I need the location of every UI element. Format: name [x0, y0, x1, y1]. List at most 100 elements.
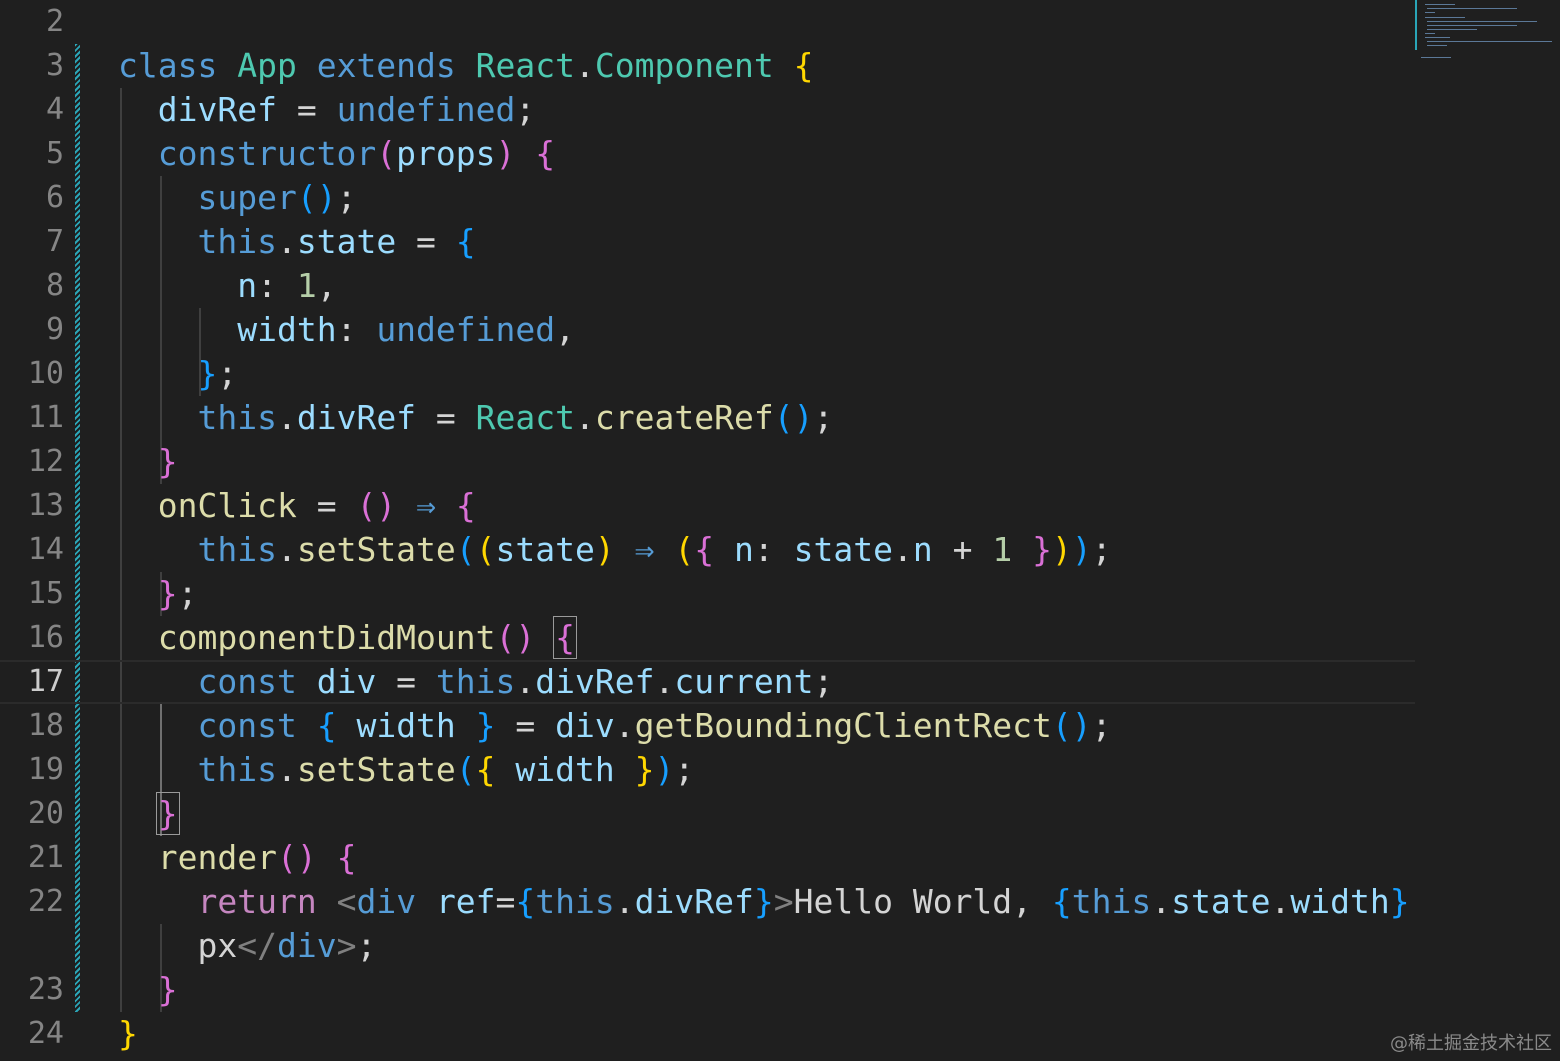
code-token: const [197, 706, 297, 745]
code-text[interactable]: px</div>; [118, 924, 376, 968]
code-token: = [495, 882, 516, 921]
code-text[interactable]: width: undefined, [118, 308, 575, 352]
code-token: { [694, 530, 715, 569]
code-token: class [118, 46, 218, 85]
code-token: React [475, 398, 576, 437]
code-token: } [634, 750, 655, 789]
code-text[interactable]: } [118, 792, 180, 836]
code-token: super [197, 178, 297, 217]
code-line[interactable]: 15 }; [0, 572, 1415, 616]
code-line[interactable]: 20 } [0, 792, 1415, 836]
code-line[interactable]: 18 const { width } = div.getBoundingClie… [0, 704, 1415, 748]
bracket-match-highlight: { [553, 616, 578, 659]
code-text[interactable]: componentDidMount() { [118, 616, 578, 660]
code-line[interactable]: 8 n: 1, [0, 264, 1415, 308]
minimap[interactable] [1415, 0, 1560, 70]
code-line[interactable]: 22 return <div ref={this.divRef}>Hello W… [0, 880, 1415, 924]
code-editor[interactable]: 2 3 class App extends React.Component {4 d… [0, 0, 1560, 1061]
code-token: . [1151, 882, 1172, 921]
code-text[interactable]: this.setState({ width }); [118, 748, 694, 792]
line-number: 22 [27, 884, 64, 919]
code-line[interactable]: 14 this.setState((state) ⇒ ({ n: state.n… [0, 528, 1415, 572]
line-number: 24 [27, 1016, 64, 1051]
code-line[interactable]: 24} [0, 1012, 1415, 1056]
code-token: = [416, 398, 476, 437]
code-token: width [356, 706, 456, 745]
code-token: ; [813, 398, 834, 437]
code-line[interactable]: 7 this.state = { [0, 220, 1415, 264]
minimap-line [1425, 33, 1435, 34]
code-line[interactable]: 5 constructor(props) { [0, 132, 1415, 176]
code-line[interactable]: 17 const div = this.divRef.current; [0, 660, 1415, 704]
minimap-line [1427, 29, 1477, 30]
line-number: 16 [27, 620, 64, 655]
code-text[interactable]: this.divRef = React.createRef(); [118, 396, 833, 440]
code-line[interactable]: 3 class App extends React.Component { [0, 44, 1415, 88]
code-text[interactable]: this.state = { [118, 220, 475, 264]
code-token: ; [515, 90, 536, 129]
line-number: 11 [27, 400, 64, 435]
code-text[interactable]: render() { [118, 836, 357, 880]
code-line[interactable]: 12 } [0, 440, 1415, 484]
code-text[interactable]: return <div ref={this.divRef}>Hello Worl… [118, 880, 1409, 924]
code-text[interactable]: this.setState((state) ⇒ ({ n: state.n + … [118, 528, 1111, 572]
code-line[interactable]: 16 componentDidMount() { [0, 616, 1415, 660]
code-token: componentDidMount [157, 618, 496, 657]
code-text[interactable]: onClick = () ⇒ { [118, 484, 476, 528]
line-number: 12 [27, 444, 64, 479]
code-token: . [892, 530, 913, 569]
code-token: this [435, 662, 516, 701]
code-line[interactable]: 6 super(); [0, 176, 1415, 220]
code-token: render [157, 838, 277, 877]
code-text[interactable]: super(); [118, 176, 356, 220]
code-line[interactable]: 4 divRef = undefined; [0, 88, 1415, 132]
code-token: ref [435, 882, 496, 921]
code-line[interactable]: 21 render() { [0, 836, 1415, 880]
code-token: . [614, 706, 635, 745]
code-text[interactable]: } [118, 968, 178, 1012]
code-token: } [118, 1014, 138, 1053]
code-text[interactable]: const { width } = div.getBoundingClientR… [118, 704, 1111, 748]
code-token: this [197, 750, 277, 789]
code-token: extends [316, 46, 456, 85]
line-number: 18 [27, 708, 64, 743]
code-line[interactable]: 10 }; [0, 352, 1415, 396]
code-line[interactable]: px</div>; [0, 924, 1415, 968]
code-text[interactable]: } [118, 1012, 138, 1056]
code-text[interactable]: constructor(props) { [118, 132, 555, 176]
code-text[interactable]: }; [118, 572, 198, 616]
code-token: undefined [336, 90, 516, 129]
code-token: props [396, 134, 496, 173]
line-number: 10 [27, 356, 64, 391]
line-number: 19 [27, 752, 64, 787]
code-line[interactable]: 9 width: undefined, [0, 308, 1415, 352]
code-line[interactable]: 19 this.setState({ width }); [0, 748, 1415, 792]
code-token: () [1051, 706, 1092, 745]
code-line[interactable]: 2 [0, 0, 1415, 44]
minimap-line [1425, 4, 1455, 5]
code-text[interactable]: divRef = undefined; [118, 88, 536, 132]
code-text[interactable]: } [118, 440, 178, 484]
code-line[interactable]: 23 } [0, 968, 1415, 1012]
code-line[interactable]: 13 onClick = () ⇒ { [0, 484, 1415, 528]
code-text[interactable]: }; [118, 352, 237, 396]
code-token: . [1270, 882, 1291, 921]
code-token: . [515, 662, 536, 701]
code-text[interactable]: const div = this.divRef.current; [118, 660, 833, 704]
code-text[interactable]: n: 1, [118, 264, 336, 308]
code-token: ( [455, 750, 476, 789]
code-text[interactable]: class App extends React.Component { [118, 44, 813, 88]
code-line[interactable]: 11 this.divRef = React.createRef(); [0, 396, 1415, 440]
line-number: 21 [27, 840, 64, 875]
code-token: App [237, 46, 297, 85]
